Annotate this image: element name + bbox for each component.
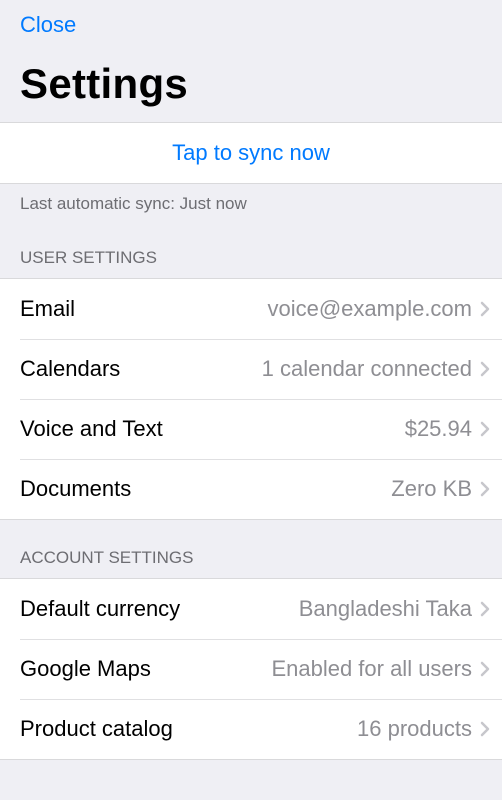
row-value: voice@example.com [75,296,480,322]
row-value: 16 products [173,716,480,742]
chevron-right-icon [480,661,490,677]
row-value: 1 calendar connected [120,356,480,382]
row-value: $25.94 [163,416,480,442]
chevron-right-icon [480,421,490,437]
row-default-currency[interactable]: Default currency Bangladeshi Taka [0,579,502,639]
row-label: Email [20,296,75,322]
chevron-right-icon [480,301,490,317]
row-label: Product catalog [20,716,173,742]
page-header: Close Settings [0,0,502,122]
chevron-right-icon [480,721,490,737]
row-email[interactable]: Email voice@example.com [0,279,502,339]
row-label: Default currency [20,596,180,622]
row-label: Voice and Text [20,416,163,442]
sync-status: Last automatic sync: Just now [0,184,502,220]
close-button[interactable]: Close [20,12,76,38]
row-product-catalog[interactable]: Product catalog 16 products [0,699,502,759]
row-value: Enabled for all users [151,656,480,682]
sync-now-button[interactable]: Tap to sync now [172,140,330,166]
section-header-account: Account Settings [0,520,502,578]
row-label: Google Maps [20,656,151,682]
user-settings-list: Email voice@example.com Calendars 1 cale… [0,278,502,520]
row-label: Documents [20,476,131,502]
row-label: Calendars [20,356,120,382]
row-value: Zero KB [131,476,480,502]
row-voice-and-text[interactable]: Voice and Text $25.94 [0,399,502,459]
page-title: Settings [20,60,482,108]
section-header-user: User Settings [0,220,502,278]
chevron-right-icon [480,361,490,377]
row-google-maps[interactable]: Google Maps Enabled for all users [0,639,502,699]
row-value: Bangladeshi Taka [180,596,480,622]
chevron-right-icon [480,481,490,497]
row-calendars[interactable]: Calendars 1 calendar connected [0,339,502,399]
sync-row[interactable]: Tap to sync now [0,122,502,184]
chevron-right-icon [480,601,490,617]
account-settings-list: Default currency Bangladeshi Taka Google… [0,578,502,760]
row-documents[interactable]: Documents Zero KB [0,459,502,519]
